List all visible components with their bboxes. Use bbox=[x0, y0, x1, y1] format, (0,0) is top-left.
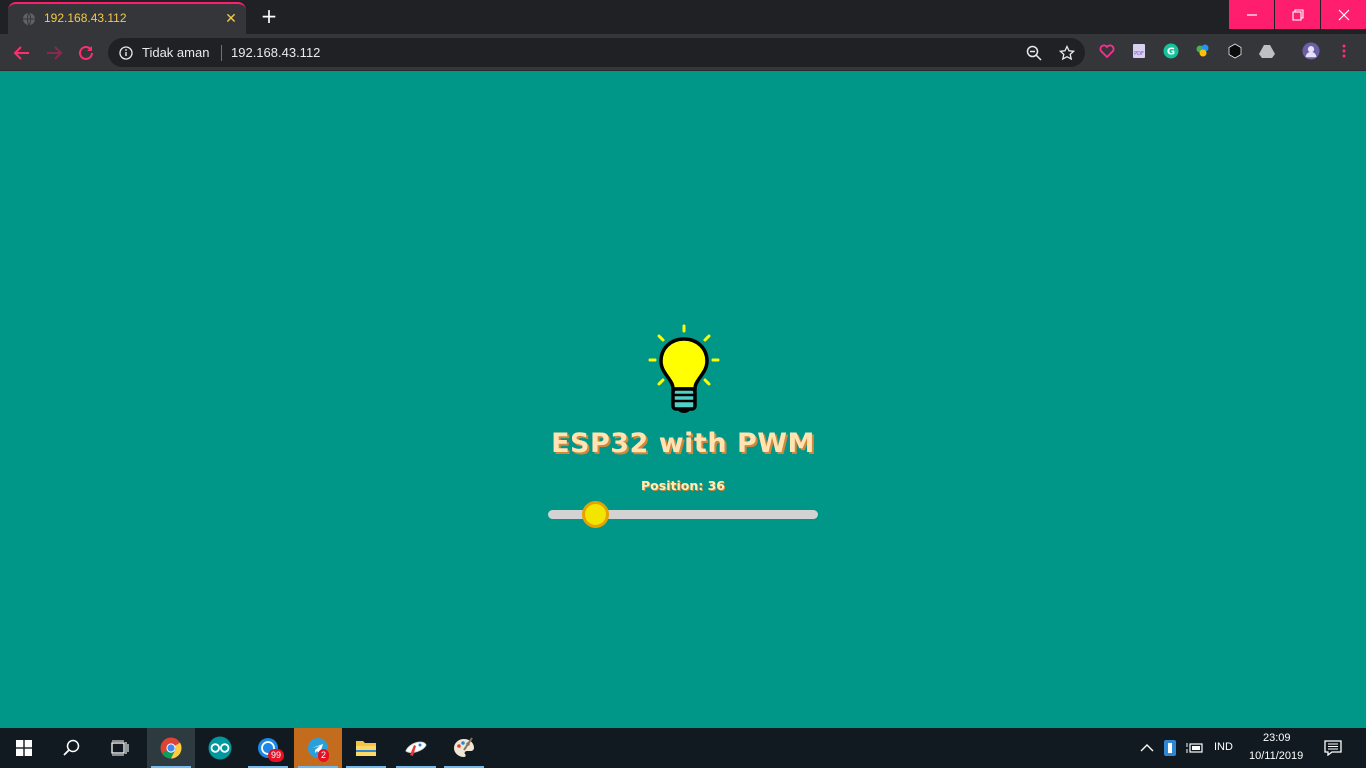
menu-kebab-icon[interactable] bbox=[1335, 42, 1353, 60]
tab-close-button[interactable]: ✕ bbox=[222, 10, 240, 28]
web-page: ESP32 with PWM Position: 36 bbox=[0, 71, 1366, 728]
windows-logo-icon bbox=[16, 740, 32, 756]
task-view-icon bbox=[111, 740, 129, 756]
drive-icon[interactable] bbox=[1258, 42, 1276, 60]
tab-title: 192.168.43.112 bbox=[44, 11, 127, 25]
paint-palette-icon bbox=[454, 737, 474, 757]
page-heading: ESP32 with PWM bbox=[551, 428, 815, 459]
notification-badge: 2 bbox=[318, 749, 330, 762]
cube-icon[interactable] bbox=[1226, 42, 1244, 60]
restore-icon bbox=[1291, 8, 1304, 21]
light-bulb-icon bbox=[648, 324, 720, 413]
paint-3d-icon bbox=[405, 741, 427, 756]
position-readout: Position: 36 bbox=[641, 478, 725, 493]
globe-icon bbox=[23, 12, 35, 26]
minimize-button[interactable] bbox=[1229, 0, 1274, 29]
browser-titlebar: 192.168.43.112 ✕ + bbox=[0, 0, 1366, 34]
info-icon[interactable] bbox=[119, 46, 133, 60]
new-tab-button[interactable]: + bbox=[257, 6, 281, 28]
search-icon bbox=[63, 739, 80, 756]
bookmark-star-icon[interactable] bbox=[1058, 44, 1076, 62]
window-close-button[interactable] bbox=[1321, 0, 1366, 29]
browser-tab[interactable]: 192.168.43.112 ✕ bbox=[8, 2, 246, 34]
forward-button[interactable] bbox=[41, 40, 67, 66]
omnibox-divider bbox=[221, 45, 222, 61]
grammarly-icon[interactable]: G bbox=[1162, 42, 1180, 60]
restore-button[interactable] bbox=[1275, 0, 1320, 29]
svg-text:G: G bbox=[1167, 47, 1175, 58]
show-hidden-icons-chevron-icon[interactable] bbox=[1137, 738, 1157, 758]
taskbar-chrome[interactable] bbox=[147, 728, 195, 768]
taskbar-file-explorer[interactable] bbox=[342, 728, 390, 768]
svg-text:PDF: PDF bbox=[1134, 51, 1144, 57]
zoom-icon[interactable] bbox=[1025, 44, 1043, 62]
slider-thumb[interactable] bbox=[582, 501, 609, 528]
close-icon bbox=[1338, 9, 1349, 20]
colorful-extension-icon[interactable] bbox=[1194, 42, 1212, 60]
reload-button[interactable] bbox=[73, 40, 99, 66]
arrow-right-icon bbox=[47, 46, 63, 60]
minimize-icon bbox=[1246, 13, 1257, 16]
notification-center-icon[interactable] bbox=[1323, 738, 1343, 758]
windows-taskbar: 99 2 IND 23:09 10/11/2019 bbox=[0, 728, 1366, 768]
clock-date[interactable]: 10/11/2019 bbox=[1249, 750, 1303, 762]
pdf-icon[interactable]: PDF bbox=[1130, 42, 1148, 60]
taskbar-messenger[interactable]: 99 bbox=[244, 728, 292, 768]
notification-badge: 99 bbox=[268, 749, 285, 762]
profile-avatar[interactable] bbox=[1302, 42, 1320, 60]
back-button[interactable] bbox=[9, 40, 35, 66]
taskbar-arduino[interactable] bbox=[196, 728, 244, 768]
taskbar-paint-3d[interactable] bbox=[392, 728, 440, 768]
reload-icon bbox=[79, 45, 93, 60]
taskbar-telegram[interactable]: 2 bbox=[294, 728, 342, 768]
heart-icon[interactable] bbox=[1098, 42, 1116, 60]
battery-icon[interactable] bbox=[1185, 738, 1205, 758]
taskbar-paint[interactable] bbox=[440, 728, 488, 768]
address-bar[interactable]: Tidak aman 192.168.43.112 bbox=[108, 38, 1085, 67]
input-language[interactable]: IND bbox=[1214, 741, 1233, 753]
taskbar-search-button[interactable] bbox=[48, 728, 96, 768]
security-status[interactable]: Tidak aman bbox=[142, 45, 209, 60]
servo-slider[interactable] bbox=[548, 501, 818, 528]
arduino-icon bbox=[208, 736, 232, 760]
clock-time[interactable]: 23:09 bbox=[1263, 732, 1291, 744]
chrome-icon bbox=[160, 737, 182, 759]
security-app-icon[interactable] bbox=[1160, 738, 1180, 758]
folder-icon bbox=[356, 741, 376, 756]
arrow-left-icon bbox=[13, 46, 29, 60]
url-text[interactable]: 192.168.43.112 bbox=[231, 45, 320, 60]
task-view-button[interactable] bbox=[96, 728, 144, 768]
start-button[interactable] bbox=[0, 728, 48, 768]
